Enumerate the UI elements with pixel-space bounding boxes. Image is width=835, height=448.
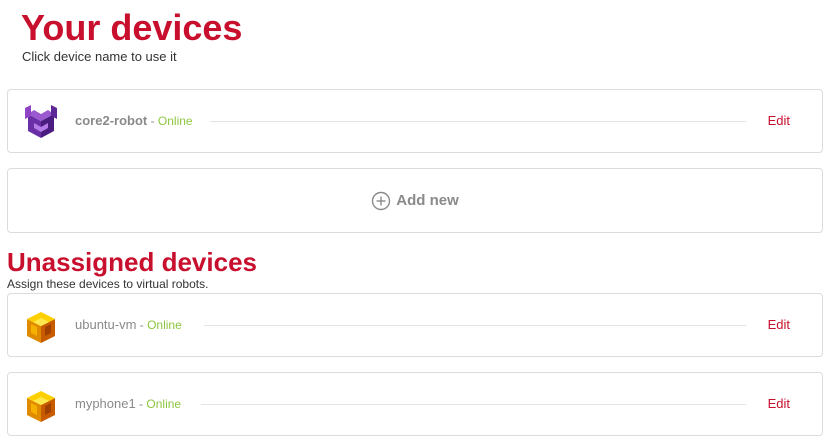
edit-button[interactable]: Edit xyxy=(768,294,790,356)
device-card-core2-robot: core2-robot - Online Edit xyxy=(7,89,823,153)
device-name-line: ubuntu-vm - Online xyxy=(75,294,182,356)
add-new-label: Add new xyxy=(396,192,459,209)
edit-button[interactable]: Edit xyxy=(768,90,790,152)
device-separator: - xyxy=(147,114,158,128)
yellow-cube-icon xyxy=(22,308,60,346)
status-online: Online xyxy=(157,114,193,128)
device-name[interactable]: core2-robot xyxy=(75,113,147,128)
unassigned-subtitle: Assign these devices to virtual robots. xyxy=(7,277,209,291)
unassigned-title: Unassigned devices xyxy=(7,247,257,277)
device-card-ubuntu-vm: ubuntu-vm - Online Edit xyxy=(7,293,823,357)
purple-cube-icon xyxy=(22,104,60,142)
plus-circle-icon xyxy=(372,191,391,210)
device-name[interactable]: ubuntu-vm xyxy=(75,317,136,332)
add-new-device-button[interactable]: Add new xyxy=(7,168,823,233)
device-name[interactable]: myphone1 xyxy=(75,396,136,411)
device-card-myphone1: myphone1 - Online Edit xyxy=(7,372,823,436)
divider-line xyxy=(201,404,746,405)
status-online: Online xyxy=(147,318,182,332)
device-name-line: myphone1 - Online xyxy=(75,373,181,435)
edit-button[interactable]: Edit xyxy=(768,373,790,435)
device-separator: - xyxy=(135,397,147,411)
status-online: Online xyxy=(146,397,182,411)
divider-line xyxy=(204,325,746,326)
page: Your devices Click device name to use it… xyxy=(0,0,835,448)
page-title: Your devices xyxy=(21,7,243,48)
divider-line xyxy=(210,121,746,122)
device-separator: - xyxy=(136,318,148,332)
device-name-line: core2-robot - Online xyxy=(75,90,193,152)
yellow-cube-icon xyxy=(22,387,60,425)
page-subtitle: Click device name to use it xyxy=(22,49,177,64)
